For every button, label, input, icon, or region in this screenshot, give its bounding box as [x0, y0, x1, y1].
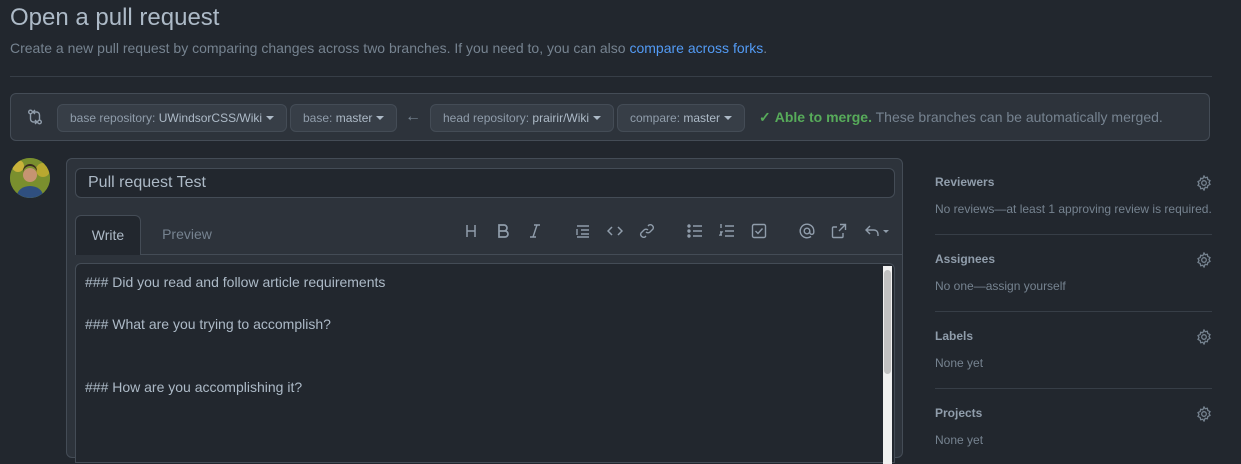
divider	[935, 388, 1212, 389]
italic-icon[interactable]	[525, 221, 545, 241]
heading-icon[interactable]	[461, 221, 481, 241]
reviewers-value: No reviews—at least 1 approving review i…	[935, 202, 1212, 216]
tab-preview[interactable]: Preview	[151, 215, 223, 255]
projects-section: Projects None yet	[935, 406, 1212, 447]
divider	[935, 234, 1212, 235]
scrollbar[interactable]	[883, 266, 892, 464]
merge-status-detail: These branches can be automatically merg…	[875, 109, 1163, 125]
assignees-title: Assignees	[935, 252, 996, 266]
head-repo-value: prairir/Wiki	[532, 111, 590, 125]
tab-divider	[141, 254, 903, 255]
caret-down-icon	[266, 116, 275, 120]
caret-down-icon	[724, 116, 733, 120]
gear-icon[interactable]	[1196, 329, 1212, 345]
caret-down-icon	[593, 116, 602, 120]
ordered-list-icon[interactable]	[717, 221, 737, 241]
body-line: ### Did you read and follow article requ…	[85, 274, 386, 290]
subtitle-suffix: .	[763, 40, 768, 56]
page-title: Open a pull request	[10, 4, 220, 31]
gear-icon[interactable]	[1196, 406, 1212, 422]
check-icon: ✓	[759, 109, 771, 125]
mention-icon[interactable]	[797, 221, 817, 241]
user-avatar-image	[10, 158, 50, 198]
merge-status: ✓ Able to merge. These branches can be au…	[759, 109, 1163, 126]
unordered-list-icon[interactable]	[685, 221, 705, 241]
head-repository-select[interactable]: head repository: prairir/Wiki	[430, 104, 615, 132]
assignees-value: No one—assign yourself	[935, 279, 1066, 293]
head-repo-key: head repository:	[443, 111, 530, 125]
gear-icon[interactable]	[1196, 175, 1212, 191]
projects-title: Projects	[935, 406, 983, 420]
git-compare-icon	[28, 109, 42, 125]
labels-title: Labels	[935, 329, 974, 343]
cross-reference-icon[interactable]	[829, 221, 849, 241]
bold-icon[interactable]	[493, 221, 513, 241]
page-subtitle: Create a new pull request by comparing c…	[10, 40, 767, 56]
saved-replies-icon[interactable]	[861, 221, 891, 241]
branch-compare-bar: base repository: UWindsorCSS/Wiki base: …	[10, 93, 1210, 141]
labels-value: None yet	[935, 356, 984, 370]
subtitle-text: Create a new pull request by comparing c…	[10, 40, 630, 56]
body-line: ### How are you accomplishing it?	[85, 379, 303, 395]
merge-status-label: Able to merge.	[774, 109, 872, 125]
compare-value: master	[683, 111, 721, 125]
gear-icon[interactable]	[1196, 252, 1212, 268]
compare-across-forks-link[interactable]: compare across forks	[629, 40, 763, 56]
body-line: ### What are you trying to accomplish?	[85, 316, 331, 332]
caret-down-icon	[882, 229, 889, 233]
compare-key: compare:	[630, 111, 681, 125]
task-list-icon[interactable]	[749, 221, 769, 241]
divider	[10, 76, 1212, 77]
base-value: master	[335, 111, 373, 125]
arrow-left-icon: ←	[405, 108, 421, 125]
assignees-section: Assignees No one—assign yourself	[935, 252, 1212, 293]
base-branch-select[interactable]: base: master	[290, 104, 398, 132]
title-input[interactable]	[75, 168, 895, 198]
pull-request-editor: Write Preview ### Did you read and follo…	[66, 158, 903, 464]
labels-section: Labels None yet	[935, 329, 1212, 370]
base-repo-key: base repository:	[70, 111, 156, 125]
code-icon[interactable]	[605, 221, 625, 241]
caret-down-icon	[376, 116, 385, 120]
base-repo-value: UWindsorCSS/Wiki	[158, 111, 263, 125]
body-textarea[interactable]: ### Did you read and follow article requ…	[75, 263, 895, 464]
divider	[935, 311, 1212, 312]
scrollbar-thumb[interactable]	[884, 270, 891, 374]
base-repository-select[interactable]: base repository: UWindsorCSS/Wiki	[57, 104, 288, 132]
link-icon[interactable]	[637, 221, 657, 241]
projects-value: None yet	[935, 433, 984, 447]
tab-write[interactable]: Write	[75, 215, 141, 255]
base-key: base:	[303, 111, 333, 125]
reviewers-section: Reviewers No reviews—at least 1 approvin…	[935, 175, 1212, 216]
reviewers-title: Reviewers	[935, 175, 995, 189]
avatar	[10, 158, 50, 198]
compare-branch-select[interactable]: compare: master	[617, 104, 746, 132]
quote-icon[interactable]	[573, 221, 593, 241]
